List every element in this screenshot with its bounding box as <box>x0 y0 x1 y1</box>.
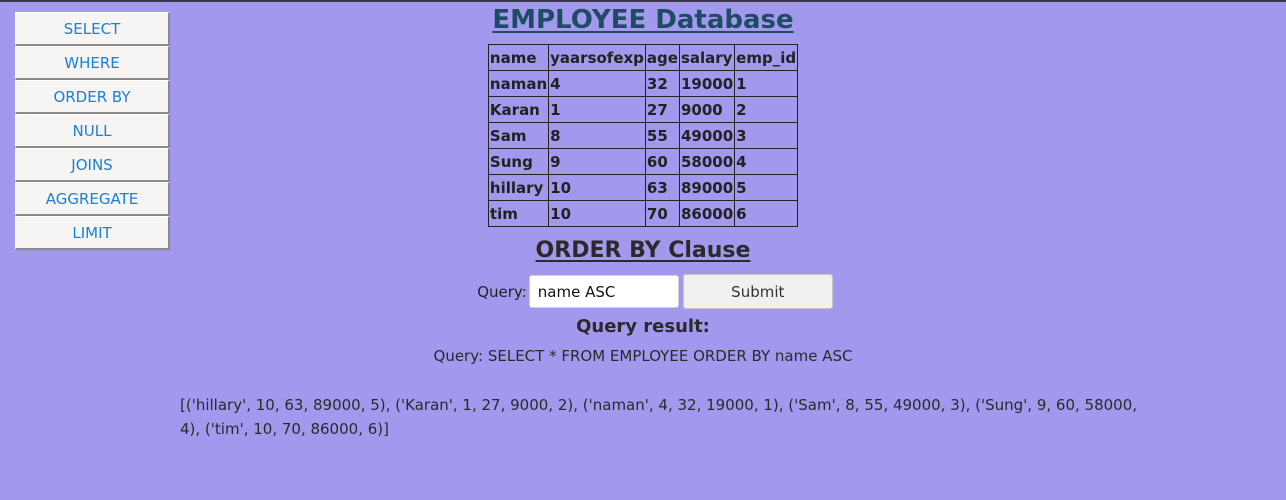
table-cell: 2 <box>734 96 799 123</box>
table-cell: 6 <box>734 200 799 227</box>
table-row: hillary 10 63 89000 5 <box>487 174 799 201</box>
column-header: salary <box>678 44 736 71</box>
table-cell: 27 <box>644 96 680 123</box>
query-result-heading: Query result: <box>576 316 710 337</box>
column-header: yaarsofexp <box>548 44 646 71</box>
table-cell: 63 <box>644 174 680 201</box>
table-cell: naman <box>487 70 550 97</box>
query-result-data: [('hillary', 10, 63, 89000, 5), ('Karan'… <box>180 396 1138 438</box>
table-cell: 1 <box>548 96 646 123</box>
query-input[interactable] <box>528 275 679 308</box>
executed-query-text: Query: SELECT * FROM EMPLOYEE ORDER BY n… <box>433 347 853 365</box>
table-cell: 1 <box>734 70 799 97</box>
table-cell: 55 <box>644 122 680 149</box>
column-header: emp_id <box>734 44 799 71</box>
table-row: naman 4 32 19000 1 <box>487 70 799 97</box>
table-cell: 60 <box>644 148 680 175</box>
table-cell: 10 <box>548 200 646 227</box>
table-row: tim 10 70 86000 6 <box>487 200 799 227</box>
table-row: Sung 9 60 58000 4 <box>487 148 799 175</box>
table-cell: 8 <box>548 122 646 149</box>
table-cell: 32 <box>644 70 680 97</box>
table-cell: 89000 <box>678 174 736 201</box>
submit-button[interactable]: Submit <box>682 274 833 309</box>
employee-table: name yaarsofexp age salary emp_id naman … <box>487 44 799 227</box>
table-cell: Karan <box>487 96 550 123</box>
table-cell: 86000 <box>678 200 736 227</box>
table-cell: 9000 <box>678 96 736 123</box>
table-cell: 5 <box>734 174 799 201</box>
main-content: EMPLOYEE Database name yaarsofexp age sa… <box>0 2 1286 367</box>
table-cell: 4 <box>734 148 799 175</box>
table-cell: 70 <box>644 200 680 227</box>
table-cell: 49000 <box>678 122 736 149</box>
table-cell: Sam <box>487 122 550 149</box>
table-cell: hillary <box>487 174 550 201</box>
table-cell: 19000 <box>678 70 736 97</box>
query-label: Query: <box>477 282 527 301</box>
table-cell: 9 <box>548 148 646 175</box>
column-header: name <box>487 44 550 71</box>
section-title: ORDER BY Clause <box>535 238 751 263</box>
column-header: age <box>644 44 680 71</box>
table-header-row: name yaarsofexp age salary emp_id <box>487 44 799 71</box>
table-cell: tim <box>487 200 550 227</box>
table-cell: 3 <box>734 122 799 149</box>
table-cell: Sung <box>487 148 550 175</box>
table-cell: 10 <box>548 174 646 201</box>
table-cell: 58000 <box>678 148 736 175</box>
query-form: Query: Submit <box>0 274 1286 309</box>
page-title: EMPLOYEE Database <box>492 5 794 35</box>
table-cell: 4 <box>548 70 646 97</box>
table-row: Sam 8 55 49000 3 <box>487 122 799 149</box>
table-row: Karan 1 27 9000 2 <box>487 96 799 123</box>
